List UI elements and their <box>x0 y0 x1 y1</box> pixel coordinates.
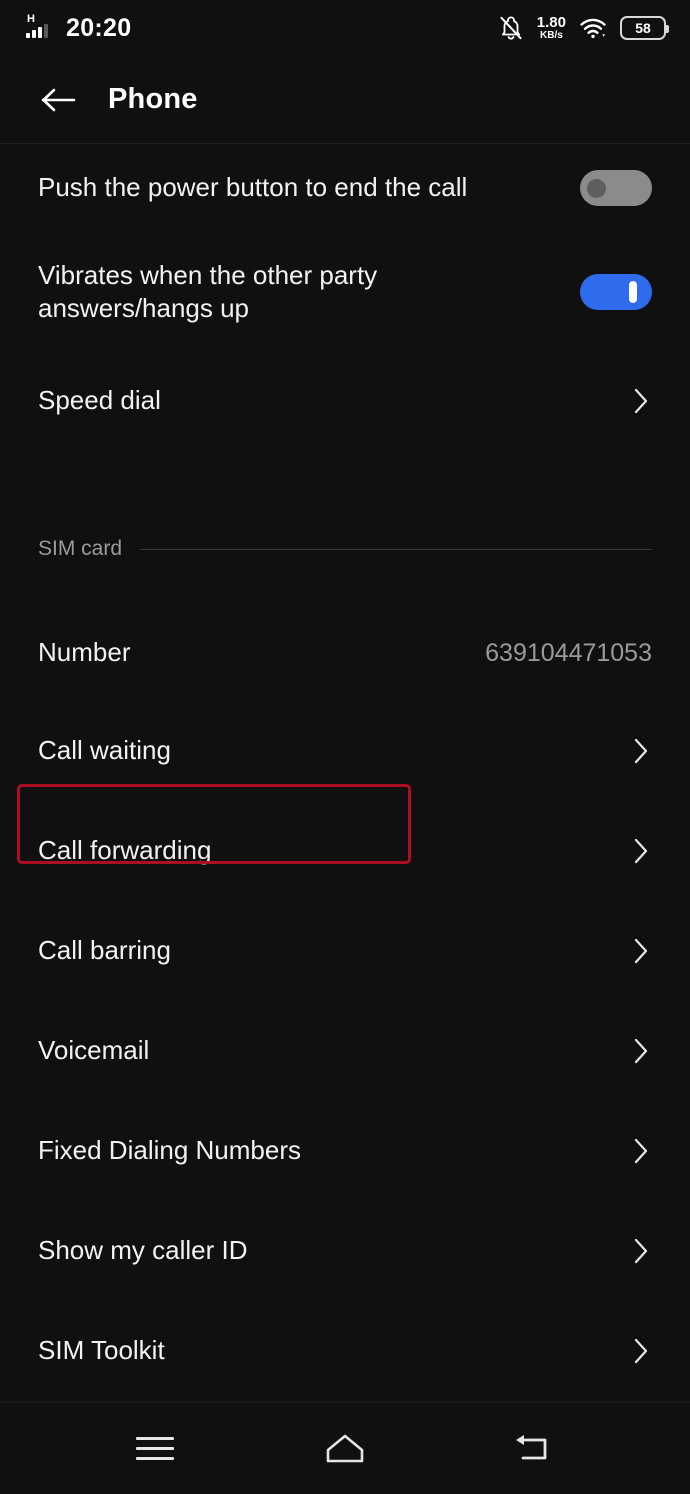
status-bar-left: H 20:20 <box>26 13 132 42</box>
chevron-right-icon <box>634 1238 648 1264</box>
chevron-right-icon <box>634 838 648 864</box>
network-speed-unit: KB/s <box>540 30 563 41</box>
setting-row-call-forwarding[interactable]: Call forwarding <box>0 801 690 901</box>
setting-row-sim-toolkit[interactable]: SIM Toolkit <box>0 1301 690 1401</box>
signal-bars-icon: H <box>26 14 56 41</box>
wifi-icon <box>580 18 606 39</box>
row-label: Vibrates when the other party answers/ha… <box>38 259 378 323</box>
setting-row-voicemail[interactable]: Voicemail <box>0 1001 690 1101</box>
section-title: SIM card <box>38 537 123 560</box>
row-label: Push the power button to end the call <box>38 172 468 203</box>
setting-row-call-waiting[interactable]: Call waiting <box>0 701 690 801</box>
home-button[interactable] <box>309 1421 381 1477</box>
chevron-right-icon <box>634 1138 648 1164</box>
setting-row-call-barring[interactable]: Call barring <box>0 901 690 1001</box>
row-label: Show my caller ID <box>38 1235 248 1266</box>
chevron-right-icon <box>634 938 648 964</box>
battery-level-label: 58 <box>635 20 651 36</box>
status-bar-clock: 20:20 <box>66 13 132 42</box>
sim-number-value: 639104471053 <box>485 638 652 667</box>
status-bar-right: 1.80 KB/s 58 <box>498 15 669 41</box>
toggle-vibrate-on-answer[interactable] <box>580 274 652 310</box>
bell-muted-icon <box>500 16 522 40</box>
section-header-sim-card: SIM card <box>0 525 690 573</box>
row-label: Voicemail <box>38 1035 150 1066</box>
chevron-right-icon <box>634 738 648 764</box>
chevron-right-icon <box>634 1338 648 1364</box>
page-title: Phone <box>108 83 198 115</box>
app-bar: Phone <box>0 56 690 144</box>
settings-list: Push the power button to end the call Vi… <box>0 145 690 1401</box>
recents-button[interactable] <box>119 1421 191 1477</box>
phone-settings-screen: H 20:20 1.80 KB/s 58 Phone Push the powe… <box>0 0 690 1494</box>
setting-row-vibrate-on-answer[interactable]: Vibrates when the other party answers/ha… <box>0 231 690 353</box>
row-label: Speed dial <box>38 385 161 416</box>
row-label: Number <box>38 637 131 668</box>
status-bar: H 20:20 1.80 KB/s 58 <box>0 0 690 56</box>
toggle-knob <box>587 179 606 198</box>
menu-icon <box>136 1437 174 1460</box>
row-label: Call waiting <box>38 735 171 766</box>
back-button[interactable] <box>499 1421 571 1477</box>
row-label: Call barring <box>38 935 171 966</box>
row-label: SIM Toolkit <box>38 1335 165 1366</box>
setting-row-show-my-caller-id[interactable]: Show my caller ID <box>0 1201 690 1301</box>
row-label: Call forwarding <box>38 835 212 866</box>
section-divider <box>140 548 652 550</box>
network-speed-value: 1.80 <box>536 14 566 31</box>
back-arrow-icon[interactable] <box>40 85 78 115</box>
setting-row-speed-dial[interactable]: Speed dial <box>0 353 690 449</box>
chevron-right-icon <box>634 388 648 414</box>
row-label: Fixed Dialing Numbers <box>38 1135 301 1166</box>
toggle-power-button-end-call[interactable] <box>580 170 652 206</box>
setting-row-power-button-end-call[interactable]: Push the power button to end the call <box>0 145 690 231</box>
signal-bar-set <box>26 24 48 38</box>
toggle-knob <box>629 281 637 303</box>
chevron-right-icon <box>634 1038 648 1064</box>
setting-row-fixed-dialing-numbers[interactable]: Fixed Dialing Numbers <box>0 1101 690 1201</box>
network-speed-indicator: 1.80 KB/s <box>537 15 566 41</box>
home-icon <box>326 1434 364 1462</box>
back-icon <box>516 1434 547 1459</box>
system-navigation-bar <box>0 1402 690 1494</box>
battery-icon: 58 <box>620 16 669 40</box>
setting-row-number[interactable]: Number 639104471053 <box>0 605 690 701</box>
